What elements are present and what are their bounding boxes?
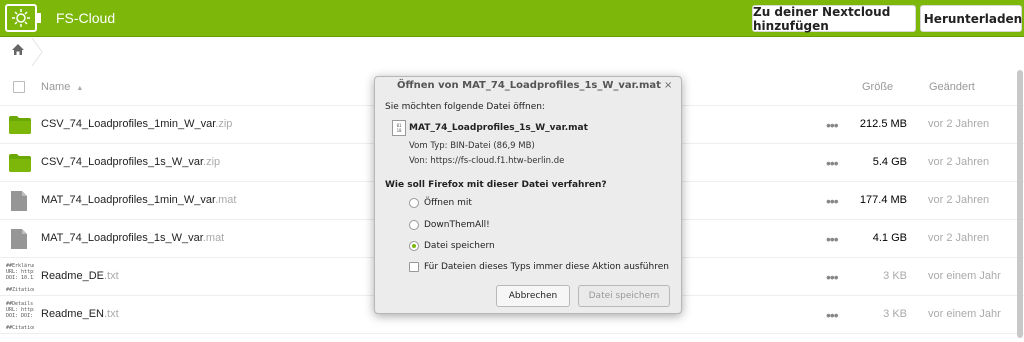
app-title: FS-Cloud xyxy=(56,10,116,26)
breadcrumb-separator-icon xyxy=(31,38,43,66)
file-type-info: Vom Typ: BIN-Datei (86,9 MB) xyxy=(409,141,535,151)
file-icon xyxy=(11,229,27,249)
top-bar: FS-Cloud Zu deiner Nextcloud hinzufügen … xyxy=(0,0,1024,37)
more-actions-icon[interactable]: ••• xyxy=(826,193,839,209)
cancel-button[interactable]: Abbrechen xyxy=(496,285,570,307)
file-size: 4.1 GB xyxy=(872,232,907,244)
file-ext: .zip xyxy=(215,118,233,130)
file-name[interactable]: Readme_EN.txt xyxy=(41,308,119,320)
checkbox-always-do[interactable] xyxy=(409,262,419,272)
file-modified: vor 2 Jahren xyxy=(928,232,990,244)
download-button[interactable]: Herunterladen xyxy=(920,5,1022,32)
more-actions-icon[interactable]: ••• xyxy=(826,155,839,171)
file-name[interactable]: MAT_74_Loadprofiles_1s_W_var.mat xyxy=(41,232,224,244)
option-open-with-label: Öffnen mit xyxy=(424,198,472,208)
dialog-title: Öffnen von MAT_74_Loadprofiles_1s_W_var.… xyxy=(397,80,661,91)
type-value: BIN-Datei (86,9 MB) xyxy=(450,141,535,151)
option-save-file[interactable]: Datei speichern xyxy=(409,241,495,251)
option-always-do-label: Für Dateien dieses Typs immer diese Akti… xyxy=(424,262,669,272)
type-label: Vom Typ: xyxy=(409,141,448,151)
binary-file-icon: 01 10 xyxy=(392,120,406,136)
close-icon[interactable]: × xyxy=(664,80,672,91)
column-modified-label[interactable]: Geändert xyxy=(929,81,975,93)
folder-zip-icon xyxy=(9,116,31,134)
home-icon[interactable] xyxy=(11,43,25,61)
file-size: 3 KB xyxy=(883,308,907,320)
file-base: Readme_DE xyxy=(41,270,104,282)
select-all-checkbox[interactable] xyxy=(13,81,25,93)
file-ext: .zip xyxy=(203,156,221,168)
from-value: https://fs-cloud.f1.htw-berlin.de xyxy=(430,156,565,166)
download-dialog: Öffnen von MAT_74_Loadprofiles_1s_W_var.… xyxy=(374,76,682,314)
file-modified: vor 2 Jahren xyxy=(928,194,990,206)
file-size: 177.4 MB xyxy=(859,194,907,206)
file-ext: .txt xyxy=(103,308,119,320)
radio-open-with[interactable] xyxy=(409,198,419,208)
option-always-do[interactable]: Für Dateien dieses Typs immer diese Akti… xyxy=(409,262,669,272)
file-name[interactable]: MAT_74_Loadprofiles_1min_W_var.mat xyxy=(41,194,236,206)
option-downthemall[interactable]: DownThemAll! xyxy=(409,220,490,230)
add-to-nextcloud-button[interactable]: Zu deiner Nextcloud hinzufügen xyxy=(752,5,916,33)
file-name[interactable]: CSV_74_Loadprofiles_1s_W_var.zip xyxy=(41,156,220,168)
logo-icon xyxy=(5,4,41,32)
sort-by-name[interactable]: Name ▲ xyxy=(41,81,83,93)
more-actions-icon[interactable]: ••• xyxy=(826,269,839,285)
file-icon xyxy=(11,191,27,211)
scrollbar[interactable] xyxy=(1017,70,1023,338)
breadcrumb xyxy=(0,38,1024,66)
option-open-with[interactable]: Öffnen mit xyxy=(409,198,472,208)
file-modified: vor einem Jahr xyxy=(928,270,1001,282)
more-actions-icon[interactable]: ••• xyxy=(826,117,839,133)
file-base: MAT_74_Loadprofiles_1s_W_var xyxy=(41,232,203,244)
option-downthemall-label: DownThemAll! xyxy=(424,220,490,230)
file-size: 3 KB xyxy=(883,270,907,282)
file-modified: vor 2 Jahren xyxy=(928,156,990,168)
text-file-thumbnail: ##Details URL: https DOI: DOI: ##Citatio… xyxy=(6,301,34,331)
logo[interactable] xyxy=(0,0,48,37)
file-base: Readme_EN xyxy=(41,308,104,320)
save-file-button[interactable]: Datei speichern xyxy=(578,285,670,307)
file-name[interactable]: Readme_DE.txt xyxy=(41,270,119,282)
file-base: CSV_74_Loadprofiles_1s_W_var xyxy=(41,156,204,168)
file-ext: .mat xyxy=(202,232,225,244)
column-size-label[interactable]: Größe xyxy=(862,81,893,93)
file-source-info: Von: https://fs-cloud.f1.htw-berlin.de xyxy=(409,156,564,166)
from-label: Von: xyxy=(409,156,428,166)
download-button-label: Herunterladen xyxy=(923,11,1023,26)
file-ext: .mat xyxy=(215,194,237,206)
file-size: 5.4 GB xyxy=(872,156,907,168)
dialog-intro: Sie möchten folgende Datei öffnen: xyxy=(385,102,545,112)
file-ext: .txt xyxy=(103,270,119,282)
file-base: MAT_74_Loadprofiles_1min_W_var xyxy=(41,194,216,206)
more-actions-icon[interactable]: ••• xyxy=(826,307,839,323)
radio-downthemall[interactable] xyxy=(409,220,419,230)
sort-asc-icon: ▲ xyxy=(76,85,84,92)
file-modified: vor 2 Jahren xyxy=(928,118,990,130)
dialog-filename: MAT_74_Loadprofiles_1s_W_var.mat xyxy=(409,123,588,133)
folder-zip-icon xyxy=(9,154,31,172)
option-save-file-label: Datei speichern xyxy=(424,241,495,251)
radio-save-file[interactable] xyxy=(409,241,419,251)
file-modified: vor einem Jahr xyxy=(928,308,1001,320)
file-name[interactable]: CSV_74_Loadprofiles_1min_W_var.zip xyxy=(41,118,232,130)
more-actions-icon[interactable]: ••• xyxy=(826,231,839,247)
file-base: CSV_74_Loadprofiles_1min_W_var xyxy=(41,118,216,130)
text-file-thumbnail: ##Erklärung URL: https DOI: 10.13 ##Zita… xyxy=(6,263,34,293)
file-size: 212.5 MB xyxy=(859,118,907,130)
column-name-label: Name xyxy=(41,81,71,93)
dialog-question: Wie soll Firefox mit dieser Datei verfah… xyxy=(385,180,607,190)
